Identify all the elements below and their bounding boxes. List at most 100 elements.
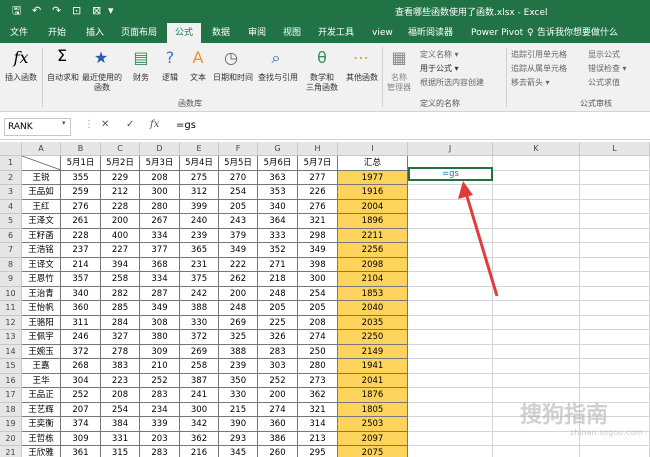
data-cell[interactable]: 252 bbox=[61, 388, 101, 403]
data-cell[interactable]: 311 bbox=[61, 315, 101, 330]
row-header-17[interactable]: 17 bbox=[0, 388, 22, 403]
data-cell[interactable]: 260 bbox=[258, 446, 298, 457]
row-header-20[interactable]: 20 bbox=[0, 431, 22, 446]
data-cell[interactable]: 243 bbox=[219, 214, 258, 229]
redo-icon[interactable]: ↷ bbox=[52, 4, 61, 18]
data-cell[interactable]: 228 bbox=[61, 228, 101, 243]
evaluate-formula-button[interactable]: 公式求值 bbox=[588, 78, 620, 88]
data-cell[interactable]: 352 bbox=[258, 243, 298, 258]
data-cell[interactable]: 300 bbox=[140, 185, 180, 200]
data-cell[interactable]: 205 bbox=[258, 301, 298, 316]
data-cell[interactable] bbox=[408, 402, 493, 417]
data-cell[interactable]: 王籽菡 bbox=[22, 228, 61, 243]
data-cell[interactable]: 355 bbox=[61, 170, 101, 185]
data-cell[interactable]: 254 bbox=[101, 402, 140, 417]
data-cell[interactable]: 222 bbox=[219, 257, 258, 272]
data-cell[interactable] bbox=[493, 446, 580, 457]
select-all-corner[interactable] bbox=[0, 142, 22, 156]
data-cell[interactable] bbox=[580, 344, 650, 359]
data-cell[interactable]: 200 bbox=[219, 286, 258, 301]
data-cell[interactable]: 252 bbox=[140, 373, 180, 388]
data-cell[interactable]: 200 bbox=[101, 214, 140, 229]
data-cell[interactable]: 237 bbox=[61, 243, 101, 258]
data-cell[interactable] bbox=[580, 214, 650, 229]
data-cell[interactable]: 362 bbox=[180, 431, 219, 446]
data-cell[interactable]: 王红 bbox=[22, 199, 61, 214]
data-cell[interactable]: 386 bbox=[258, 431, 298, 446]
data-cell[interactable] bbox=[493, 330, 580, 345]
data-cell[interactable]: 384 bbox=[101, 417, 140, 432]
data-cell[interactable]: 2503 bbox=[338, 417, 408, 432]
data-cell[interactable]: 327 bbox=[101, 330, 140, 345]
tab-foxit[interactable]: 福昕阅读器 bbox=[408, 23, 453, 43]
enter-icon[interactable]: ✓ bbox=[126, 119, 134, 130]
row-header-11[interactable]: 11 bbox=[0, 301, 22, 316]
data-cell[interactable]: 388 bbox=[219, 344, 258, 359]
data-cell[interactable]: 207 bbox=[61, 402, 101, 417]
row-header-21[interactable]: 21 bbox=[0, 446, 22, 457]
data-cell[interactable] bbox=[580, 359, 650, 374]
column-header-H[interactable]: H bbox=[298, 142, 338, 156]
tab-data[interactable]: 数据 bbox=[212, 23, 230, 43]
tab-insert[interactable]: 插入 bbox=[86, 23, 104, 43]
data-cell[interactable]: 283 bbox=[258, 344, 298, 359]
data-cell[interactable]: 293 bbox=[219, 431, 258, 446]
data-cell[interactable]: 王艺辉 bbox=[22, 402, 61, 417]
data-cell[interactable]: 2075 bbox=[338, 446, 408, 457]
data-cell[interactable]: 399 bbox=[180, 199, 219, 214]
data-cell[interactable]: 229 bbox=[101, 170, 140, 185]
data-cell[interactable]: 王欣雅 bbox=[22, 446, 61, 457]
data-cell[interactable]: 368 bbox=[140, 257, 180, 272]
show-formulas-button[interactable]: 显示公式 bbox=[588, 50, 620, 60]
data-cell[interactable]: 王哲栋 bbox=[22, 431, 61, 446]
header-cell[interactable]: 5月6日 bbox=[258, 156, 298, 171]
data-cell[interactable]: 280 bbox=[140, 199, 180, 214]
data-cell[interactable]: 王华 bbox=[22, 373, 61, 388]
name-box[interactable]: RANK bbox=[4, 118, 71, 136]
data-cell[interactable]: 349 bbox=[298, 243, 338, 258]
data-cell[interactable]: 267 bbox=[140, 214, 180, 229]
data-cell[interactable] bbox=[408, 185, 493, 200]
row-header-3[interactable]: 3 bbox=[0, 185, 22, 200]
data-cell[interactable]: 王治青 bbox=[22, 286, 61, 301]
undo-icon[interactable]: ↶ bbox=[32, 4, 41, 18]
data-cell[interactable]: 283 bbox=[140, 446, 180, 457]
data-cell[interactable]: 312 bbox=[180, 185, 219, 200]
row-header-12[interactable]: 12 bbox=[0, 315, 22, 330]
column-header-F[interactable]: F bbox=[219, 142, 258, 156]
data-cell[interactable] bbox=[493, 286, 580, 301]
data-cell[interactable] bbox=[408, 373, 493, 388]
data-cell[interactable] bbox=[580, 330, 650, 345]
data-cell[interactable] bbox=[408, 388, 493, 403]
data-cell[interactable]: 227 bbox=[101, 243, 140, 258]
data-cell[interactable] bbox=[408, 446, 493, 457]
data-cell[interactable]: 223 bbox=[101, 373, 140, 388]
data-cell[interactable] bbox=[580, 228, 650, 243]
data-cell[interactable]: 274 bbox=[258, 402, 298, 417]
data-cell[interactable]: 2004 bbox=[338, 199, 408, 214]
column-header-E[interactable]: E bbox=[180, 142, 219, 156]
data-cell[interactable]: 360 bbox=[61, 301, 101, 316]
data-cell[interactable] bbox=[408, 214, 493, 229]
fx-icon[interactable]: fx bbox=[150, 119, 159, 130]
data-cell[interactable] bbox=[493, 170, 580, 185]
data-cell[interactable]: 王佩宇 bbox=[22, 330, 61, 345]
row-header-16[interactable]: 16 bbox=[0, 373, 22, 388]
define-name-button[interactable]: 定义名称 ▾ bbox=[420, 50, 459, 60]
data-cell[interactable]: 1941 bbox=[338, 359, 408, 374]
row-header-18[interactable]: 18 bbox=[0, 402, 22, 417]
data-cell[interactable]: 360 bbox=[258, 417, 298, 432]
data-cell[interactable]: 278 bbox=[101, 344, 140, 359]
data-cell[interactable]: 372 bbox=[180, 330, 219, 345]
data-cell[interactable]: 261 bbox=[61, 214, 101, 229]
column-header-A[interactable]: A bbox=[22, 142, 61, 156]
data-cell[interactable]: 303 bbox=[258, 359, 298, 374]
data-cell[interactable]: 246 bbox=[61, 330, 101, 345]
use-in-formula-button[interactable]: 用于公式 ▾ bbox=[420, 64, 459, 74]
data-cell[interactable]: 254 bbox=[219, 185, 258, 200]
data-cell[interactable]: 377 bbox=[140, 243, 180, 258]
data-cell[interactable]: 214 bbox=[61, 257, 101, 272]
data-cell[interactable] bbox=[580, 446, 650, 457]
lookup-button[interactable]: 查找与引用 bbox=[256, 73, 300, 83]
data-cell[interactable] bbox=[408, 257, 493, 272]
